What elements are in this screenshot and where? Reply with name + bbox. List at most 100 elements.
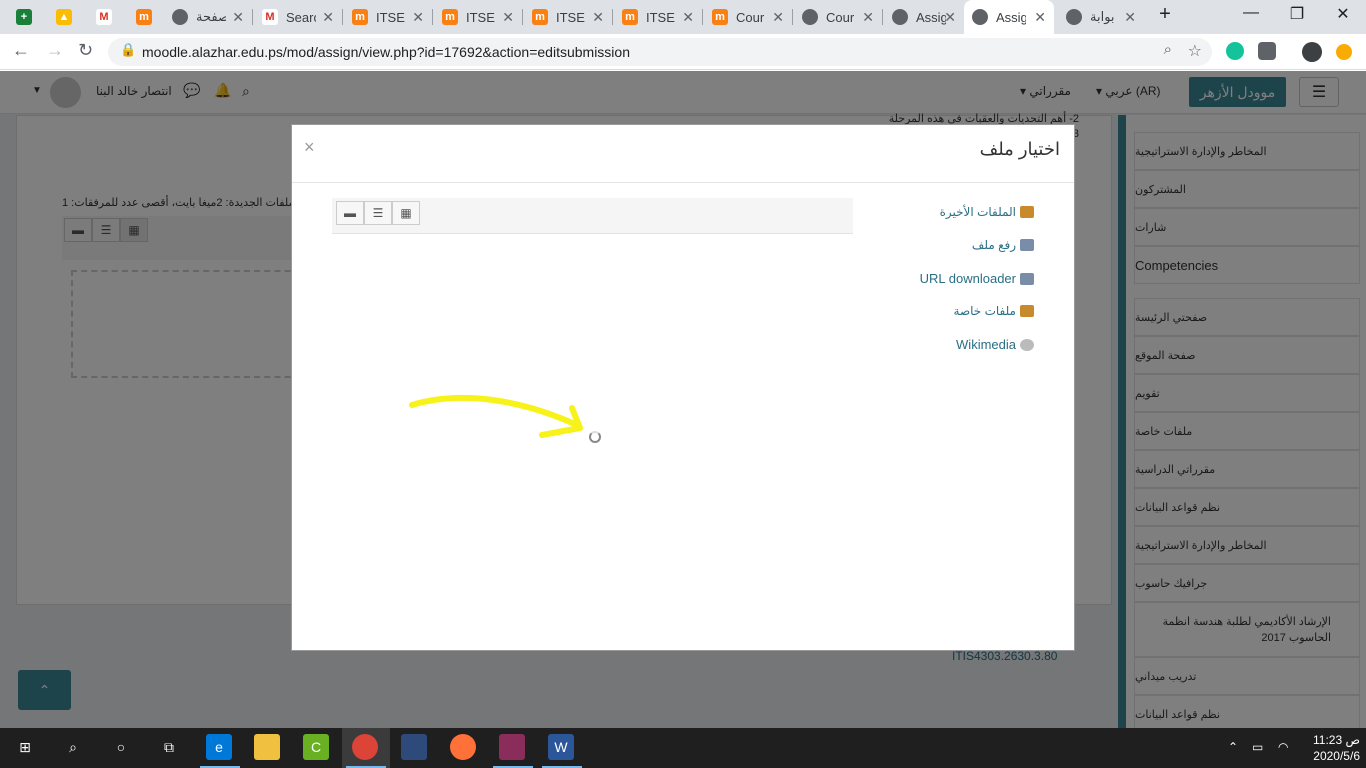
browser-tab[interactable]: m ITSE ✕	[524, 0, 612, 34]
new-tab-button[interactable]: +	[1150, 3, 1180, 26]
grammarly-icon[interactable]	[1226, 42, 1244, 60]
browser-tab[interactable]: صفحة ✕	[164, 0, 252, 34]
browser-tab[interactable]: m ITSE ✕	[344, 0, 432, 34]
firefox-icon[interactable]	[450, 734, 476, 760]
profile-avatar-icon[interactable]	[1302, 42, 1322, 62]
folder-view-icon[interactable]: ▬	[336, 201, 364, 225]
wifi-icon[interactable]: ◠	[1278, 740, 1288, 754]
camtasia-icon[interactable]: C	[303, 734, 329, 760]
moodle-icon: m	[712, 9, 728, 25]
task-view-icon[interactable]: ⧉	[156, 734, 182, 760]
grid-view-icon[interactable]: ▦	[392, 201, 420, 225]
tab-title: Search	[286, 9, 316, 25]
wikimedia-icon	[1020, 338, 1034, 351]
url-icon	[1020, 272, 1034, 285]
edge-icon[interactable]: e	[206, 734, 232, 760]
word-icon[interactable]: W	[548, 734, 574, 760]
address-bar[interactable]: 🔒 moodle.alazhar.edu.ps/mod/assign/view.…	[108, 38, 1212, 66]
tab-title: ITSE	[466, 9, 495, 25]
close-icon[interactable]: ✕	[592, 9, 604, 26]
restore-button[interactable]: ❐	[1282, 4, 1312, 24]
recent-files-icon	[1020, 206, 1034, 218]
browser-tab[interactable]: M	[88, 0, 128, 34]
close-icon[interactable]: ✕	[682, 9, 694, 26]
battery-icon[interactable]: ▭	[1252, 740, 1263, 754]
tray-chevron-icon[interactable]: ⌃	[1228, 740, 1238, 754]
close-icon[interactable]: ✕	[412, 9, 424, 26]
moodle-icon: m	[442, 9, 458, 25]
yellow-arrow-annotation	[409, 395, 583, 438]
system-clock[interactable]: 11:23 ص 2020/5/6	[1300, 732, 1360, 764]
repository-private-files[interactable]: ملفات خاصة	[954, 304, 1034, 318]
winrar-icon[interactable]	[499, 734, 525, 760]
dosbox-icon[interactable]	[401, 734, 427, 760]
globe-icon	[1066, 9, 1082, 25]
list-view-icon[interactable]: ☰	[364, 201, 392, 225]
close-icon[interactable]: ✕	[1124, 9, 1136, 26]
bookmark-star-icon[interactable]: ☆	[1188, 41, 1202, 61]
browser-tab-active[interactable]: Assig ✕	[964, 0, 1054, 34]
dialog-title: اختيار ملف	[979, 139, 1060, 159]
drive-icon: ▲	[56, 9, 72, 25]
repository-label: URL downloader	[919, 271, 1016, 286]
forward-icon[interactable]: →	[46, 40, 64, 61]
browser-tab-strip: + ▲ M m صفحة ✕ M Search ✕ m ITSE ✕ m ITSE ✕ m IT…	[0, 0, 1366, 34]
browser-tab[interactable]: m ITSE ✕	[614, 0, 702, 34]
browser-tab[interactable]: Cour ✕	[794, 0, 882, 34]
globe-icon	[972, 9, 988, 25]
close-icon[interactable]: ✕	[862, 9, 874, 26]
browser-tab[interactable]: +	[8, 0, 48, 34]
back-icon[interactable]: ←	[12, 40, 30, 61]
close-icon[interactable]: ×	[304, 137, 315, 158]
repository-label: Wikimedia	[956, 337, 1016, 352]
tab-title: ITSE	[646, 9, 675, 25]
tab-title: بوابة	[1090, 9, 1115, 24]
tab-title: ITSE	[376, 9, 405, 25]
tab-title: Cour	[736, 9, 765, 25]
url-text: moodle.alazhar.edu.ps/mod/assign/view.ph…	[142, 44, 630, 60]
lock-icon[interactable]: 🔒	[120, 42, 136, 58]
update-icon[interactable]	[1336, 44, 1352, 60]
browser-tab[interactable]: m Cour ✕	[704, 0, 792, 34]
browser-tab[interactable]: M Search ✕	[254, 0, 342, 34]
private-files-icon	[1020, 305, 1034, 317]
cortana-icon[interactable]: ○	[108, 734, 134, 760]
repository-recent-files[interactable]: الملفات الأخيرة	[940, 205, 1034, 219]
clock-time: 11:23 ص	[1313, 733, 1360, 747]
tab-title: Cour	[826, 9, 855, 25]
browser-tab[interactable]: ▲	[48, 0, 88, 34]
close-icon[interactable]: ✕	[322, 9, 334, 26]
chrome-icon[interactable]	[352, 734, 378, 760]
browser-tab[interactable]: m	[128, 0, 168, 34]
view-toolbar: ▬ ☰ ▦	[332, 198, 853, 234]
browser-tab[interactable]: بوابة ✕	[1058, 0, 1144, 34]
browser-toolbar: ← → ↻ 🔒 moodle.alazhar.edu.ps/mod/assign…	[0, 34, 1366, 70]
browser-tab[interactable]: Assig ✕	[884, 0, 964, 34]
moodle-icon: m	[532, 9, 548, 25]
close-icon[interactable]: ✕	[502, 9, 514, 26]
close-icon[interactable]: ✕	[772, 9, 784, 26]
minimize-button[interactable]: —	[1236, 4, 1266, 22]
close-icon[interactable]: ✕	[944, 9, 956, 26]
repository-label: رفع ملف	[971, 238, 1016, 252]
moodle-icon: m	[136, 9, 152, 25]
tab-title: Assig	[916, 9, 946, 25]
globe-icon	[892, 9, 908, 25]
file-explorer-icon[interactable]	[254, 734, 280, 760]
file-picker-dialog: اختيار ملف × الملفات الأخيرة رفع ملف URL…	[291, 124, 1075, 651]
close-icon[interactable]: ✕	[1034, 9, 1046, 26]
windows-start-icon[interactable]: ⊞	[12, 734, 38, 760]
gmail-icon: M	[262, 9, 278, 25]
search-icon[interactable]: ⌕	[60, 734, 86, 760]
repository-wikimedia[interactable]: Wikimedia	[956, 337, 1034, 352]
browser-tab[interactable]: m ITSE ✕	[434, 0, 522, 34]
close-window-button[interactable]: ✕	[1328, 4, 1358, 24]
close-icon[interactable]: ✕	[232, 9, 244, 26]
moodle-icon: m	[622, 9, 638, 25]
repository-url-downloader[interactable]: URL downloader	[920, 271, 1034, 286]
extension-icon[interactable]	[1258, 42, 1276, 60]
repository-upload[interactable]: رفع ملف	[972, 238, 1034, 252]
zoom-icon[interactable]: ⌕	[1164, 41, 1172, 58]
reload-icon[interactable]: ↻	[78, 40, 93, 61]
tab-title: Assig	[996, 9, 1026, 25]
